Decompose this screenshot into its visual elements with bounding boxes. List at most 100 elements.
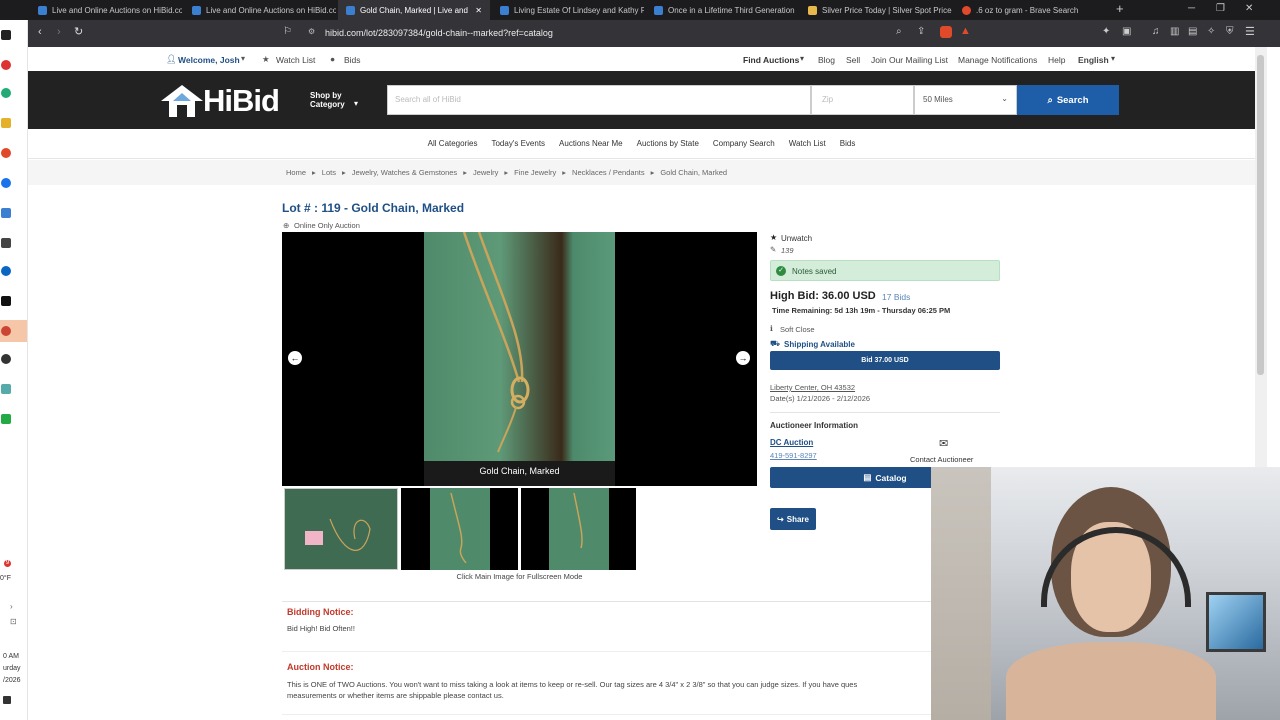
prev-image-arrow-icon[interactable]: ← <box>288 351 302 365</box>
hibid-logo-icon[interactable] <box>161 85 203 117</box>
location-link[interactable]: Liberty Center, OH 43532 <box>770 383 855 392</box>
search-button[interactable]: ⌕ Search <box>1017 85 1119 115</box>
zoom-icon[interactable]: ⌕ <box>896 26 902 37</box>
nav-watch-list[interactable]: Watch List <box>789 139 826 148</box>
caret-down-icon[interactable]: ▾ <box>241 54 245 63</box>
browser-tab-active[interactable]: Gold Chain, Marked | Live and O ✕ <box>338 0 490 20</box>
app-icon[interactable] <box>1 60 11 70</box>
nav-auctions-by-state[interactable]: Auctions by State <box>637 139 699 148</box>
app-icon[interactable] <box>1 208 11 218</box>
sidebar-toggle-icon[interactable]: ▣ <box>1122 26 1131 37</box>
browser-tab[interactable]: Live and Online Auctions on HiBid.co <box>184 0 336 20</box>
browser-tab[interactable]: .6 oz to gram - Brave Search <box>954 0 1106 20</box>
breadcrumb-jewelry-watches[interactable]: Jewelry, Watches & Gemstones <box>352 168 457 177</box>
chevron-right-icon[interactable]: › <box>10 602 13 611</box>
next-image-arrow-icon[interactable]: → <box>736 351 750 365</box>
envelope-icon[interactable]: ✉ <box>939 437 948 450</box>
bid-count-link[interactable]: 17 Bids <box>882 292 910 302</box>
share-button[interactable]: ↪ Share <box>770 508 816 530</box>
zip-input[interactable]: Zip <box>811 85 914 115</box>
app-icon[interactable] <box>1 354 11 364</box>
menu-icon[interactable]: ☰ <box>1245 25 1255 38</box>
reload-icon[interactable]: ↻ <box>74 25 83 38</box>
auctioneer-name-link[interactable]: DC Auction <box>770 438 813 447</box>
app-icon[interactable] <box>1 88 11 98</box>
mailing-list-link[interactable]: Join Our Mailing List <box>871 55 948 65</box>
thumbnail-2[interactable] <box>401 488 518 570</box>
watch-list-link[interactable]: Watch List <box>276 55 315 65</box>
nav-all-categories[interactable]: All Categories <box>428 139 478 148</box>
browser-tab[interactable]: Once in a Lifetime Third Generation <box>646 0 798 20</box>
thumbnail-1[interactable] <box>284 488 398 570</box>
language-menu[interactable]: English <box>1078 55 1109 65</box>
brave-rewards-icon[interactable]: ▲ <box>960 25 971 37</box>
nav-todays-events[interactable]: Today's Events <box>491 139 545 148</box>
breadcrumb-necklaces[interactable]: Necklaces / Pendants <box>572 168 645 177</box>
breadcrumb-jewelry[interactable]: Jewelry <box>473 168 498 177</box>
nav-company-search[interactable]: Company Search <box>713 139 775 148</box>
nav-bids[interactable]: Bids <box>840 139 856 148</box>
hibid-logo-text[interactable]: HiBid <box>203 83 280 119</box>
scrollbar-thumb[interactable] <box>1257 55 1264 375</box>
caret-down-icon[interactable]: ▾ <box>354 99 358 108</box>
note-value[interactable]: 139 <box>781 246 794 255</box>
minimize-icon[interactable]: ─ <box>1188 3 1195 14</box>
breadcrumb-fine-jewelry[interactable]: Fine Jewelry <box>514 168 556 177</box>
folder-icon[interactable] <box>1 118 11 128</box>
app-icon[interactable] <box>1 384 11 394</box>
bookmark-icon[interactable]: ⚐ <box>283 26 292 37</box>
start-icon[interactable] <box>1 30 11 40</box>
gold-chain-photo[interactable] <box>424 231 615 461</box>
app-icon[interactable] <box>1 266 11 276</box>
breadcrumb-lots[interactable]: Lots <box>322 168 336 177</box>
maximize-icon[interactable]: ❐ <box>1216 3 1225 14</box>
auctioneer-phone-link[interactable]: 419-591-8297 <box>770 451 817 460</box>
search-input[interactable]: Search all of HiBid <box>387 85 811 115</box>
main-image-viewer[interactable]: Gold Chain, Marked ← → <box>282 231 757 486</box>
new-tab-icon[interactable]: + <box>1116 1 1124 16</box>
close-tab-icon[interactable]: ✕ <box>475 6 482 15</box>
miles-select[interactable]: 50 Miles ⌄ <box>914 85 1017 115</box>
extensions-icon[interactable]: ✦ <box>1102 26 1110 37</box>
back-icon[interactable]: ‹ <box>38 26 42 38</box>
tray-icon[interactable]: ⊡ <box>10 617 17 626</box>
thumbnail-3[interactable] <box>521 488 636 570</box>
welcome-user-menu[interactable]: Welcome, Josh <box>178 55 240 65</box>
help-link[interactable]: Help <box>1048 55 1065 65</box>
shipping-link[interactable]: Shipping Available <box>784 340 855 349</box>
browser-tab[interactable]: Living Estate Of Lindsey and Kathy R <box>492 0 644 20</box>
panel-icon[interactable]: ▥ <box>1170 26 1179 37</box>
caret-down-icon[interactable]: ▾ <box>800 54 804 63</box>
site-info-icon[interactable]: ⚙ <box>308 27 315 36</box>
bids-link[interactable]: Bids <box>344 55 361 65</box>
manage-notifications-link[interactable]: Manage Notifications <box>958 55 1037 65</box>
blog-link[interactable]: Blog <box>818 55 835 65</box>
media-icon[interactable]: ♫ <box>1152 26 1160 37</box>
notification-icon[interactable] <box>3 696 11 704</box>
forward-icon[interactable]: › <box>57 26 61 38</box>
caret-down-icon[interactable]: ▾ <box>1111 54 1115 63</box>
app-icon[interactable] <box>1 178 11 188</box>
app-icon[interactable] <box>1 238 11 248</box>
brave-icon[interactable] <box>1 148 11 158</box>
breadcrumb-home[interactable]: Home <box>286 168 306 177</box>
contact-auctioneer-link[interactable]: Contact Auctioneer <box>910 455 973 464</box>
shop-category-menu[interactable]: Category <box>310 100 345 109</box>
pencil-icon[interactable]: ✎ <box>770 245 776 254</box>
place-bid-button[interactable]: Bid 37.00 USD <box>770 351 1000 370</box>
url-field[interactable]: hibid.com/lot/283097384/gold-chain--mark… <box>325 28 553 38</box>
wallet-icon[interactable]: ▤ <box>1188 26 1197 37</box>
sell-link[interactable]: Sell <box>846 55 860 65</box>
browser-tab[interactable]: Live and Online Auctions on HiBid.co <box>30 0 182 20</box>
brave-shields-icon[interactable] <box>940 26 952 38</box>
vpn-icon[interactable]: ⛨ <box>1226 26 1234 37</box>
leo-ai-icon[interactable]: ✧ <box>1207 26 1215 37</box>
app-icon[interactable] <box>1 296 11 306</box>
find-auctions-menu[interactable]: Find Auctions <box>743 55 799 65</box>
star-icon[interactable]: ★ <box>770 233 777 242</box>
window-close-icon[interactable]: ✕ <box>1245 3 1253 14</box>
app-icon[interactable] <box>1 326 11 336</box>
shop-by-text[interactable]: Shop by <box>310 91 342 100</box>
share-page-icon[interactable]: ⇪ <box>917 26 925 37</box>
app-icon[interactable] <box>1 414 11 424</box>
